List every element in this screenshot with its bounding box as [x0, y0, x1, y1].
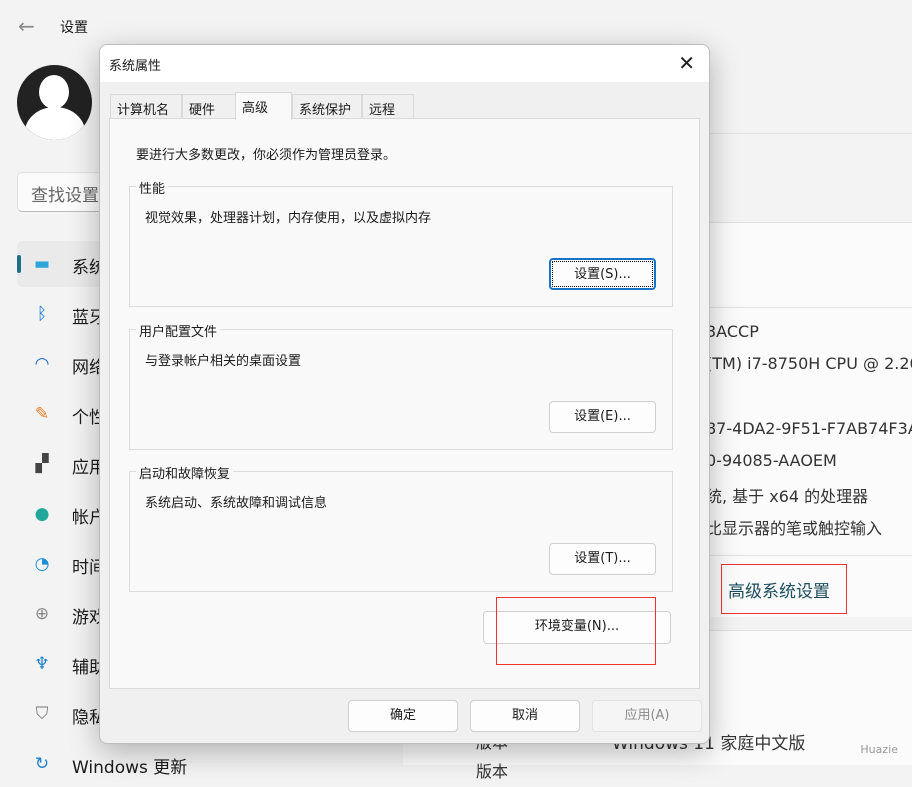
group-description: 与登录帐户相关的桌面设置: [145, 354, 302, 369]
bluetooth-icon: ᛒ: [36, 304, 48, 324]
selection-indicator: [17, 255, 21, 273]
gamepad-icon: ⊕: [34, 604, 50, 624]
watermark: Huazie: [860, 743, 898, 756]
close-icon[interactable]: ✕: [678, 51, 695, 75]
sidebar-item-10[interactable]: ↻ Windows 更新: [17, 741, 187, 787]
system-type-value: 统, 基于 x64 的处理器: [706, 487, 869, 506]
dialog-titlebar: 系统属性: [100, 45, 709, 82]
app-title: 设置: [60, 20, 88, 36]
device-id-value: 87-4DA2-9F51-F7AB74F3A: [706, 419, 912, 438]
version-label: 版本: [476, 762, 509, 781]
apps-icon: ▞: [35, 454, 49, 474]
wifi-icon: ◠: [34, 354, 50, 374]
system-properties-dialog: 系统属性 ✕ 计算机名 硬件 高级 系统保护 远程 要进行大多数更改，你必须作为…: [99, 44, 710, 744]
tab-hardware[interactable]: 硬件: [182, 94, 236, 119]
tab-computer-name[interactable]: 计算机名: [110, 94, 182, 119]
cancel-button[interactable]: 取消: [470, 700, 580, 732]
startup-recovery-group: 启动和故障恢复 系统启动、系统故障和调试信息 设置(T)...: [129, 463, 673, 592]
back-arrow-icon[interactable]: ←: [18, 14, 35, 38]
update-icon: ↻: [34, 754, 50, 774]
sidebar-item-label: Windows 更新: [72, 758, 188, 778]
group-label: 启动和故障恢复: [136, 463, 234, 482]
accessibility-icon: ♆: [34, 654, 50, 674]
time-language-icon: ◔: [34, 554, 50, 574]
dialog-title: 系统属性: [109, 59, 162, 74]
highlight-box: [496, 597, 656, 665]
device-name-value: 3ACCP: [706, 322, 759, 341]
account-icon: ●: [34, 504, 50, 524]
processor-value: (TM) i7-8750H CPU @ 2.20: [706, 354, 912, 373]
performance-group: 性能 视觉效果，处理器计划，内存使用，以及虚拟内存 设置(S)...: [129, 178, 673, 307]
tab-advanced[interactable]: 高级: [235, 92, 292, 120]
ok-button[interactable]: 确定: [348, 700, 458, 732]
system-icon: ▬: [33, 254, 51, 274]
group-description: 系统启动、系统故障和调试信息: [145, 496, 328, 511]
admin-note: 要进行大多数更改，你必须作为管理员登录。: [136, 148, 397, 163]
tab-remote[interactable]: 远程: [362, 94, 414, 119]
advanced-system-settings-link[interactable]: 高级系统设置: [721, 564, 847, 614]
shield-icon: ⛉: [35, 704, 49, 724]
apply-button[interactable]: 应用(A): [592, 700, 702, 732]
pen-touch-value: 比显示器的笔或触控输入: [706, 519, 883, 538]
startup-recovery-settings-button[interactable]: 设置(T)...: [549, 543, 656, 575]
group-label: 性能: [136, 178, 169, 197]
group-label: 用户配置文件: [136, 321, 221, 340]
performance-settings-button[interactable]: 设置(S)...: [549, 258, 656, 290]
user-profiles-group: 用户配置文件 与登录帐户相关的桌面设置 设置(E)...: [129, 321, 673, 450]
user-profiles-settings-button[interactable]: 设置(E)...: [549, 401, 656, 433]
group-description: 视觉效果，处理器计划，内存使用，以及虚拟内存: [145, 211, 432, 226]
tab-system-protection[interactable]: 系统保护: [292, 94, 362, 119]
brush-icon: ✎: [34, 404, 50, 424]
avatar[interactable]: [17, 65, 92, 140]
product-id-value: 0-94085-AAOEM: [706, 451, 837, 470]
